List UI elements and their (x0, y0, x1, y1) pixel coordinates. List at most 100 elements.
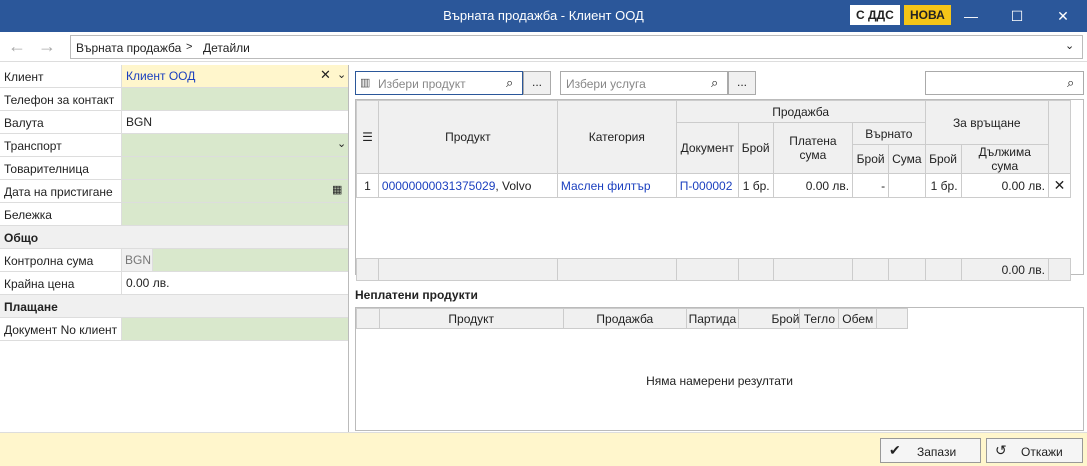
payment-section-header: Плащане (0, 295, 348, 318)
product-search-placeholder: Избери продукт (378, 77, 466, 91)
return-products-grid: ☰ Продукт Категория Продажба За връщане … (355, 99, 1084, 281)
column-header-count[interactable]: Брой (737, 308, 801, 329)
currency-value: BGN (126, 115, 153, 129)
save-label: Запази (917, 445, 957, 459)
chevron-down-icon[interactable]: ⌄ (337, 137, 346, 150)
returned-sum-cell (888, 173, 926, 198)
column-header-product[interactable]: Продукт (378, 308, 564, 329)
note-label: Бележка (4, 208, 52, 222)
final-price-row: Крайна цена 0.00 лв. (0, 272, 348, 295)
phone-field[interactable] (121, 88, 348, 110)
column-header-count[interactable]: Брой (737, 122, 774, 174)
phone-row: Телефон за контакт (0, 88, 348, 111)
transport-select[interactable]: ⌄ (121, 134, 348, 156)
delete-row-icon[interactable]: ✕ (1047, 173, 1072, 198)
totals-row: 0.00 лв. (356, 258, 1072, 281)
search-icon[interactable]: ⌕ (506, 75, 513, 91)
close-window-button[interactable]: ✕ (1040, 0, 1086, 32)
column-header-volume[interactable]: Обем (838, 308, 878, 329)
arrival-date-field[interactable]: ▦ (121, 180, 348, 202)
arrival-label: Дата на пристигане (4, 185, 113, 199)
due-sum-cell: 0.00 лв. (960, 173, 1049, 198)
return-count-cell[interactable]: 1 бр. (924, 173, 962, 198)
product-search-input[interactable]: ▥ Избери продукт ⌕ (355, 71, 523, 95)
chevron-down-icon[interactable]: ⌄ (337, 68, 346, 81)
client-value[interactable]: Клиент ООД (126, 69, 195, 83)
currency-row: Валута BGN (0, 111, 348, 134)
filter-search-input[interactable]: ⌕ (925, 71, 1084, 95)
column-group-to-return: За връщане (924, 100, 1049, 145)
column-group-sale: Продажба (675, 100, 926, 123)
column-header-returned-count[interactable]: Брой (852, 144, 890, 174)
waybill-field[interactable] (121, 157, 348, 179)
forward-arrow-icon[interactable]: → (35, 36, 59, 57)
returned-count-cell: - (852, 173, 890, 198)
breadcrumb[interactable]: Върната продажба > Детайли ⌄ (70, 35, 1083, 59)
breadcrumb-item-return-sale[interactable]: Върната продажба (76, 41, 181, 55)
save-button[interactable]: ✔ Запази (880, 438, 981, 463)
total-section-title: Общо (4, 231, 39, 245)
empty-results-message: Няма намерени резултати (646, 374, 793, 388)
paid-cell: 0.00 лв. (772, 173, 854, 198)
footer-bar: ✔ Запази ↺ Откажи (0, 432, 1087, 466)
document-link[interactable]: П-000002 (675, 173, 739, 198)
cancel-button[interactable]: ↺ Откажи (986, 438, 1083, 463)
product-link[interactable]: 00000000031375029 (382, 179, 495, 193)
minimize-button[interactable]: — (948, 0, 994, 32)
chevron-down-icon[interactable]: ⌄ (1065, 39, 1074, 52)
column-header-batch[interactable]: Партида (685, 308, 739, 329)
maximize-button[interactable]: ☐ (994, 0, 1040, 32)
category-link[interactable]: Маслен филтър (556, 173, 677, 198)
column-header-weight[interactable]: Тегло (799, 308, 840, 329)
final-price-label: Крайна цена (4, 277, 75, 291)
column-header-return-count[interactable]: Брой (924, 144, 962, 174)
product-browse-button[interactable]: ... (523, 71, 551, 95)
column-header-document[interactable]: Документ (675, 122, 739, 174)
back-arrow-icon[interactable]: ← (5, 36, 29, 57)
title-bar: Върната продажба - Клиент ООД С ДДС НОВА… (0, 0, 1087, 32)
payment-section-title: Плащане (4, 300, 58, 314)
service-search-input[interactable]: Избери услуга ⌕ (560, 71, 728, 95)
client-doc-field[interactable] (121, 318, 348, 340)
final-price-field: 0.00 лв. (121, 272, 348, 294)
products-panel: ▥ Избери продукт ⌕ ... Избери услуга ⌕ .… (353, 65, 1087, 432)
count-cell: 1 бр. (737, 173, 774, 198)
note-field[interactable] (121, 203, 348, 225)
client-row: Клиент Клиент ООД ✕ ⌄ (0, 65, 348, 88)
navigation-bar: ← → Върната продажба > Детайли ⌄ (0, 32, 1087, 62)
column-group-returned: Върнато (852, 122, 926, 145)
currency-field: BGN (121, 111, 348, 133)
row-number: 1 (356, 173, 379, 198)
checkmark-icon: ✔ (889, 442, 901, 458)
calendar-icon[interactable]: ▦ (332, 183, 342, 196)
column-header-paid[interactable]: Платена сума (772, 122, 854, 174)
column-header-due-sum[interactable]: Дължима сума (960, 144, 1049, 174)
control-sum-field[interactable]: BGN (121, 249, 348, 271)
column-header-sale[interactable]: Продажба (562, 308, 687, 329)
transport-row: Транспорт ⌄ (0, 134, 348, 157)
service-search-placeholder: Избери услуга (566, 77, 646, 91)
column-header-category[interactable]: Категория (556, 100, 677, 174)
search-icon[interactable]: ⌕ (711, 75, 718, 91)
note-row: Бележка (0, 203, 348, 226)
status-badge: НОВА (904, 5, 951, 25)
client-field[interactable]: Клиент ООД ✕ ⌄ (121, 65, 348, 87)
client-label: Клиент (4, 70, 44, 84)
control-sum-label: Контролна сума (4, 254, 94, 268)
transport-label: Транспорт (4, 139, 62, 153)
search-icon[interactable]: ⌕ (1067, 75, 1074, 91)
column-header-returned-sum[interactable]: Сума (888, 144, 926, 174)
breadcrumb-item-details: Детайли (203, 41, 250, 55)
final-price-value: 0.00 лв. (126, 276, 170, 290)
column-chooser-icon[interactable]: ☰ (356, 100, 379, 174)
control-sum-row: Контролна сума BGN (0, 249, 348, 272)
undo-icon: ↺ (995, 442, 1007, 458)
product-brand: , Volvo (495, 178, 532, 193)
table-row[interactable]: 1 00000000031375029, Volvo Маслен филтър… (356, 173, 1072, 198)
clear-icon[interactable]: ✕ (320, 67, 331, 83)
phone-label: Телефон за контакт (4, 93, 115, 107)
cancel-label: Откажи (1021, 445, 1063, 459)
column-header-product[interactable]: Продукт (377, 100, 558, 174)
client-doc-row: Документ No клиент (0, 318, 348, 341)
service-browse-button[interactable]: ... (728, 71, 756, 95)
